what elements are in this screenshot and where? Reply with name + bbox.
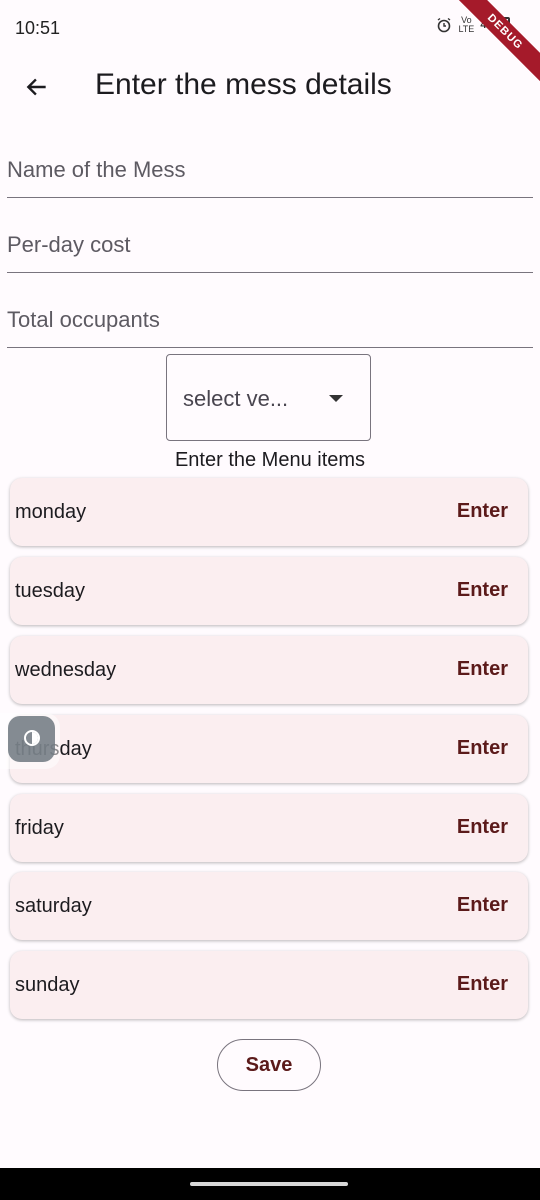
- enter-button-monday[interactable]: Enter: [457, 500, 508, 523]
- day-card-thursday: thursday Enter: [10, 715, 528, 783]
- status-bar: 10:51 Vo LTE 4G DEBUG: [0, 0, 540, 93]
- day-label: sunday: [15, 974, 80, 996]
- day-label: wednesday: [15, 659, 117, 681]
- veg-select-dropdown[interactable]: select ve...: [166, 354, 371, 441]
- day-card-tuesday: tuesday Enter: [10, 557, 528, 625]
- day-card-monday: monday Enter: [10, 478, 528, 546]
- home-gesture-handle[interactable]: [190, 1182, 348, 1186]
- mess-name-field: [7, 128, 533, 198]
- alarm-icon: [438, 17, 451, 33]
- dropdown-value: select ve...: [183, 386, 289, 411]
- floating-overlay-button[interactable]: [0, 713, 60, 769]
- enter-button-saturday[interactable]: Enter: [457, 894, 508, 917]
- menu-heading: Enter the Menu items: [174, 449, 366, 471]
- occupants-field: [7, 278, 533, 348]
- day-card-wednesday: wednesday Enter: [10, 636, 528, 704]
- day-label: monday: [15, 501, 87, 523]
- mess-name-input[interactable]: [7, 157, 533, 183]
- floating-overlay-inner: [8, 716, 55, 762]
- enter-button-thursday[interactable]: Enter: [457, 737, 508, 760]
- day-label: saturday: [15, 895, 92, 917]
- total-occupants-input[interactable]: [7, 307, 533, 333]
- system-nav-bar: [0, 1168, 540, 1200]
- arrow-left-icon: [26, 78, 46, 96]
- per-day-cost-input[interactable]: [7, 232, 533, 258]
- app-bar: Enter the mess details: [0, 58, 540, 118]
- enter-button-sunday[interactable]: Enter: [457, 973, 508, 996]
- cost-field: [7, 203, 533, 273]
- contrast-icon: [24, 730, 40, 746]
- day-label: friday: [15, 817, 64, 839]
- day-card-friday: friday Enter: [10, 794, 528, 862]
- day-card-sunday: sunday Enter: [10, 951, 528, 1019]
- day-label: tuesday: [15, 580, 86, 602]
- enter-button-friday[interactable]: Enter: [457, 816, 508, 839]
- back-button[interactable]: [20, 70, 54, 104]
- triangle-down-icon: [329, 395, 343, 402]
- enter-button-tuesday[interactable]: Enter: [457, 579, 508, 602]
- enter-button-wednesday[interactable]: Enter: [457, 658, 508, 681]
- day-card-saturday: saturday Enter: [10, 872, 528, 940]
- page-title: Enter the mess details: [95, 68, 392, 101]
- status-time: 10:51: [15, 18, 61, 38]
- volte-indicator: Vo LTE: [458, 15, 475, 34]
- save-button[interactable]: Save: [217, 1039, 321, 1091]
